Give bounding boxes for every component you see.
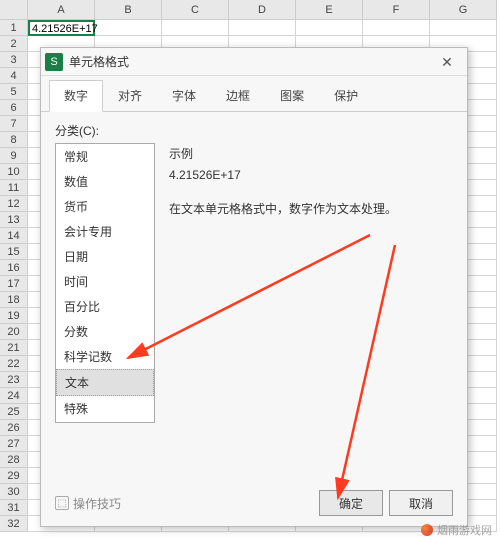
category-item[interactable]: 百分比 (56, 294, 154, 319)
row-header[interactable]: 3 (0, 52, 28, 68)
tab-2[interactable]: 字体 (157, 80, 211, 111)
row-header[interactable]: 22 (0, 356, 28, 372)
row-header[interactable]: 4 (0, 68, 28, 84)
cell[interactable] (95, 20, 162, 36)
dialog-tabs: 数字对齐字体边框图案保护 (41, 76, 467, 112)
row-header[interactable]: 7 (0, 116, 28, 132)
column-headers-row: ABCDEFG (0, 0, 500, 20)
app-icon: S (45, 53, 63, 71)
dialog-body: 分类(C): 常规数值货币会计专用日期时间百分比分数科学记数文本特殊自定义 示例… (41, 112, 467, 433)
tips-label: 操作技巧 (73, 495, 121, 512)
category-listbox[interactable]: 常规数值货币会计专用日期时间百分比分数科学记数文本特殊自定义 (55, 143, 155, 423)
tab-3[interactable]: 边框 (211, 80, 265, 111)
row-header[interactable]: 21 (0, 340, 28, 356)
cell[interactable] (296, 20, 363, 36)
dialog-footer: ⬚ 操作技巧 确定 取消 (55, 490, 453, 516)
column-header[interactable]: D (229, 0, 296, 20)
category-item[interactable]: 会计专用 (56, 219, 154, 244)
select-all-corner[interactable] (0, 0, 28, 20)
cell[interactable] (430, 20, 497, 36)
close-button[interactable]: ✕ (431, 50, 463, 74)
tips-link[interactable]: ⬚ 操作技巧 (55, 495, 121, 512)
category-item[interactable]: 日期 (56, 244, 154, 269)
row-header[interactable]: 32 (0, 516, 28, 532)
row-header[interactable]: 10 (0, 164, 28, 180)
row-header[interactable]: 13 (0, 212, 28, 228)
tab-4[interactable]: 图案 (265, 80, 319, 111)
row-header[interactable]: 6 (0, 100, 28, 116)
tab-5[interactable]: 保护 (319, 80, 373, 111)
cell-format-dialog: S 单元格格式 ✕ 数字对齐字体边框图案保护 分类(C): 常规数值货币会计专用… (40, 47, 468, 527)
row-header[interactable]: 27 (0, 436, 28, 452)
category-item[interactable]: 时间 (56, 269, 154, 294)
category-item[interactable]: 常规 (56, 144, 154, 169)
watermark-icon (421, 524, 433, 536)
category-item[interactable]: 分数 (56, 319, 154, 344)
row-header[interactable]: 12 (0, 196, 28, 212)
format-preview-pane: 示例 4.21526E+17 在文本单元格格式中，数字作为文本处理。 (165, 143, 453, 423)
row-header[interactable]: 8 (0, 132, 28, 148)
row-header[interactable]: 30 (0, 484, 28, 500)
cell[interactable]: 4.21526E+17 (28, 20, 95, 36)
row-header[interactable]: 31 (0, 500, 28, 516)
row-header[interactable]: 15 (0, 244, 28, 260)
column-header[interactable]: B (95, 0, 162, 20)
row-header[interactable]: 23 (0, 372, 28, 388)
category-item[interactable]: 货币 (56, 194, 154, 219)
cell[interactable] (162, 20, 229, 36)
column-header[interactable]: A (28, 0, 95, 20)
tab-1[interactable]: 对齐 (103, 80, 157, 111)
tips-icon: ⬚ (55, 496, 69, 510)
row-header[interactable]: 17 (0, 276, 28, 292)
row-header[interactable]: 28 (0, 452, 28, 468)
category-label: 分类(C): (55, 122, 453, 139)
row-header[interactable]: 16 (0, 260, 28, 276)
category-item[interactable]: 数值 (56, 169, 154, 194)
row-header[interactable]: 1 (0, 20, 28, 36)
category-item[interactable]: 自定义 (56, 421, 154, 423)
row-header[interactable]: 11 (0, 180, 28, 196)
row-header[interactable]: 18 (0, 292, 28, 308)
ok-button[interactable]: 确定 (319, 490, 383, 516)
cell[interactable] (363, 20, 430, 36)
column-header[interactable]: F (363, 0, 430, 20)
row-header[interactable]: 25 (0, 404, 28, 420)
format-description: 在文本单元格格式中，数字作为文本处理。 (169, 200, 449, 217)
row-header[interactable]: 9 (0, 148, 28, 164)
row-header[interactable]: 20 (0, 324, 28, 340)
row-header[interactable]: 24 (0, 388, 28, 404)
cell[interactable] (229, 20, 296, 36)
dialog-titlebar: S 单元格格式 ✕ (41, 48, 467, 76)
column-header[interactable]: C (162, 0, 229, 20)
row-header[interactable]: 19 (0, 308, 28, 324)
row-header[interactable]: 5 (0, 84, 28, 100)
dialog-title: 单元格格式 (69, 53, 431, 70)
watermark: 烟雨游戏网 (421, 522, 492, 538)
row-header[interactable]: 29 (0, 468, 28, 484)
cancel-button[interactable]: 取消 (389, 490, 453, 516)
row-header[interactable]: 2 (0, 36, 28, 52)
row-header[interactable]: 26 (0, 420, 28, 436)
grid-row: 14.21526E+17 (0, 20, 500, 36)
watermark-text: 烟雨游戏网 (437, 522, 492, 538)
column-header[interactable]: G (430, 0, 497, 20)
example-label: 示例 (169, 145, 449, 162)
category-item[interactable]: 科学记数 (56, 344, 154, 369)
row-header[interactable]: 14 (0, 228, 28, 244)
category-item[interactable]: 特殊 (56, 396, 154, 421)
category-item[interactable]: 文本 (56, 369, 154, 396)
example-value: 4.21526E+17 (169, 168, 449, 182)
tab-0[interactable]: 数字 (49, 80, 103, 112)
column-header[interactable]: E (296, 0, 363, 20)
